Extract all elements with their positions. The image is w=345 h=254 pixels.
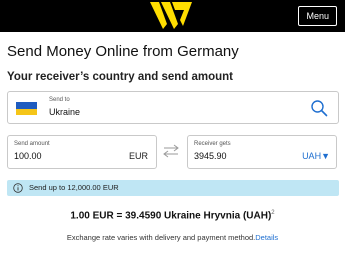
receiver-gets-field[interactable]: Receiver gets 3945.90 UAH▼: [187, 135, 337, 169]
swap-arrows-icon[interactable]: [163, 143, 179, 159]
receiver-gets-label: Receiver gets: [194, 141, 231, 147]
send-limit-banner: Send up to 12,000.00 EUR: [7, 180, 339, 196]
exchange-rate: 1.00 EUR = 39.4590 Ukraine Hryvnia (UAH)…: [0, 210, 345, 221]
send-currency: EUR: [128, 151, 148, 161]
page-title: Send Money Online from Germany: [7, 43, 239, 60]
country-field-label: Send to: [49, 97, 70, 103]
receive-currency-select[interactable]: UAH▼: [302, 151, 330, 161]
exchange-rate-text: 1.00 EUR = 39.4590 Ukraine Hryvnia (UAH): [70, 210, 272, 222]
send-amount-field[interactable]: Send amount 100.00 EUR: [7, 135, 157, 169]
rate-footnote: 2: [271, 210, 275, 216]
wu-logo-icon[interactable]: [150, 2, 192, 29]
caret-down-icon: ▼: [321, 151, 330, 161]
receiver-gets-input[interactable]: 3945.90: [194, 151, 294, 161]
receive-currency: UAH: [302, 151, 322, 161]
info-icon: [13, 183, 23, 193]
top-header: Menu: [0, 0, 345, 32]
details-link[interactable]: Details: [255, 233, 278, 242]
send-limit-text: Send up to 12,000.00 EUR: [29, 183, 119, 192]
ukraine-flag-icon: [16, 102, 37, 115]
section-title: Your receiver’s country and send amount: [7, 71, 234, 83]
rate-note: Exchange rate varies with delivery and p…: [0, 233, 345, 242]
rate-note-text: Exchange rate varies with delivery and p…: [66, 233, 256, 242]
send-amount-input[interactable]: 100.00: [14, 151, 114, 161]
search-icon[interactable]: [310, 99, 328, 117]
receiver-country-field[interactable]: Send to Ukraine: [7, 91, 339, 124]
country-field-value: Ukraine: [49, 107, 81, 117]
menu-button[interactable]: Menu: [298, 6, 337, 26]
send-amount-label: Send amount: [14, 141, 50, 147]
